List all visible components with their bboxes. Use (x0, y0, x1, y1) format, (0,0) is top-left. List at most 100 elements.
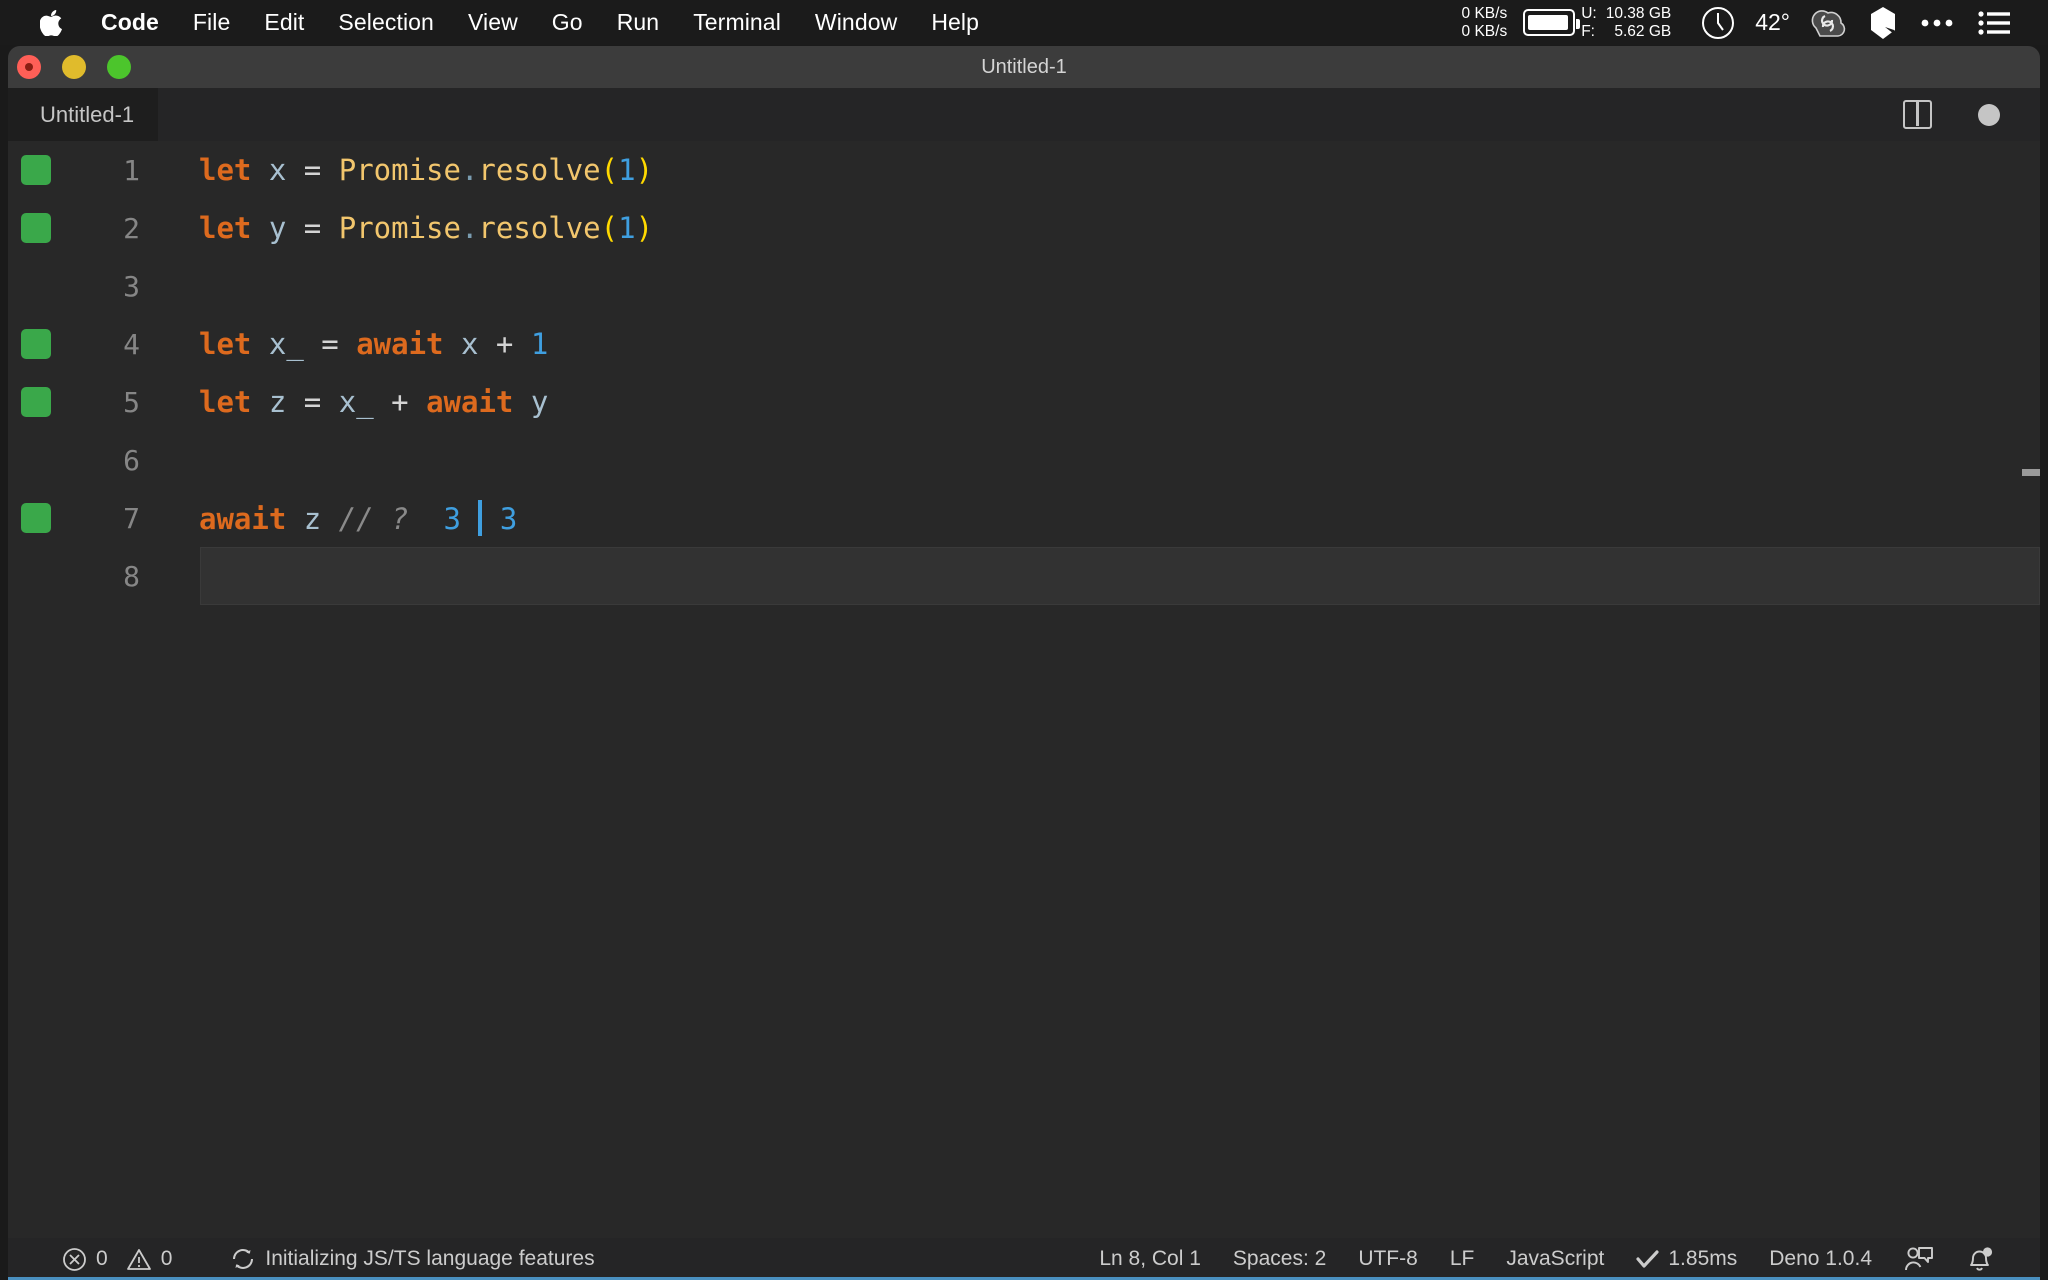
indentation-setting[interactable]: Spaces: 2 (1217, 1247, 1342, 1271)
timing-indicator[interactable]: 1.85ms (1620, 1247, 1753, 1271)
menu-item-window[interactable]: Window (798, 9, 914, 36)
menu-item-selection[interactable]: Selection (321, 9, 451, 36)
code-token: = (303, 385, 322, 419)
feedback-person-icon[interactable] (1888, 1245, 1950, 1273)
status-bar: 0 0 Initializing JS/TS language features… (8, 1238, 2040, 1280)
memory-used-value: 10.38 GB (1605, 4, 1672, 22)
overview-ruler[interactable] (2022, 141, 2040, 1238)
code-token: 3 (443, 502, 461, 536)
menu-item-run[interactable]: Run (600, 9, 677, 36)
cursor-position[interactable]: Ln 8, Col 1 (1083, 1247, 1217, 1271)
language-mode[interactable]: JavaScript (1490, 1247, 1620, 1271)
clock-icon[interactable] (1701, 6, 1735, 40)
line-number: 8 (123, 559, 140, 593)
shield-icon[interactable] (1870, 6, 1896, 40)
code-token: Promise (338, 211, 461, 245)
menu-item-file[interactable]: File (176, 9, 247, 36)
code-line[interactable]: 4 let x_ = await x + 1 (8, 315, 2040, 373)
code-line[interactable]: 6 (8, 431, 2040, 489)
line-number: 2 (123, 211, 140, 245)
overview-ruler-mark (2022, 469, 2040, 476)
code-token: + (391, 385, 409, 419)
code-token: z (268, 385, 287, 419)
code-line[interactable]: 1 let x = Promise.resolve(1) (8, 141, 2040, 199)
error-count: 0 (96, 1247, 108, 1270)
line-number: 7 (123, 501, 140, 535)
memory-indicator[interactable]: U: F: 10.38 GB 5.62 GB (1581, 5, 1671, 41)
line-number: 4 (123, 327, 140, 361)
memory-free-value: 5.62 GB (1614, 22, 1672, 40)
battery-icon[interactable] (1523, 9, 1581, 36)
code-token: let (199, 327, 252, 361)
menu-item-terminal[interactable]: Terminal (676, 9, 798, 36)
temperature-indicator[interactable]: 42° (1755, 9, 1790, 36)
code-token: Promise (338, 153, 461, 187)
code-line[interactable]: 3 (8, 257, 2040, 315)
memory-used-label: U: (1581, 4, 1597, 22)
cloud-sync-icon[interactable] (1810, 8, 1846, 38)
code-token: y (530, 385, 549, 419)
tab-untitled-1[interactable]: Untitled-1 (8, 88, 159, 141)
menu-item-go[interactable]: Go (535, 9, 600, 36)
apple-logo-icon[interactable] (40, 9, 62, 36)
split-editor-icon[interactable] (1903, 100, 1932, 129)
problems-indicator[interactable]: 0 0 (46, 1247, 188, 1272)
code-line[interactable]: 8 (8, 547, 2040, 605)
current-line-highlight (200, 547, 2040, 605)
background-task-indicator[interactable]: Initializing JS/TS language features (214, 1246, 610, 1272)
code-token: ? (391, 502, 409, 536)
menu-item-code[interactable]: Code (84, 9, 176, 36)
code-token: 1 (530, 327, 549, 361)
code-token: 1 (618, 211, 636, 245)
editor-tabbar: Untitled-1 (8, 88, 2040, 141)
runtime-version[interactable]: Deno 1.0.4 (1753, 1247, 1888, 1271)
list-menu-icon[interactable] (1978, 10, 2010, 36)
code-line[interactable]: 7 await z // ? 3 3 (8, 489, 2040, 547)
code-token: ) (635, 211, 654, 245)
code-token: = (321, 327, 339, 361)
unsaved-changes-dot[interactable] (1978, 103, 2000, 126)
code-token: ) (635, 153, 654, 187)
menu-item-help[interactable]: Help (914, 9, 996, 36)
window-titlebar: Untitled-1 (8, 46, 2040, 88)
menu-item-edit[interactable]: Edit (247, 9, 321, 36)
gutter-breakpoint-marker[interactable] (21, 387, 51, 417)
code-token: // (338, 502, 374, 536)
ellipsis-icon[interactable] (1920, 17, 1954, 29)
line-number: 6 (123, 443, 140, 477)
code-line[interactable]: 5 let z = x_ + await y (8, 373, 2040, 431)
code-line[interactable]: 2 let y = Promise.resolve(1) (8, 199, 2040, 257)
check-icon (1636, 1250, 1659, 1268)
line-number: 1 (123, 153, 140, 187)
encoding-setting[interactable]: UTF-8 (1342, 1247, 1434, 1271)
eol-setting[interactable]: LF (1434, 1247, 1491, 1271)
notification-bell-icon[interactable] (1950, 1245, 2010, 1273)
network-speed-indicator[interactable]: 0 KB/s 0 KB/s (1462, 5, 1508, 41)
menu-item-view[interactable]: View (451, 9, 535, 36)
code-token: ( (600, 211, 619, 245)
gutter-breakpoint-marker[interactable] (21, 503, 51, 533)
code-token: let (199, 385, 252, 419)
task-message: Initializing JS/TS language features (265, 1247, 595, 1270)
code-token: x_ (338, 385, 374, 419)
code-token: let (199, 211, 252, 245)
code-editor[interactable]: 1 let x = Promise.resolve(1) 2 let y = Prom… (8, 141, 2040, 1238)
gutter-breakpoint-marker[interactable] (21, 329, 51, 359)
sync-spinner-icon (233, 1249, 254, 1269)
warning-triangle-icon (126, 1248, 151, 1270)
gutter-breakpoint-marker[interactable] (21, 155, 51, 185)
error-circle-icon (63, 1247, 86, 1271)
window-title: Untitled-1 (981, 55, 1067, 78)
code-token: = (303, 211, 322, 245)
gutter-breakpoint-marker[interactable] (21, 213, 51, 243)
